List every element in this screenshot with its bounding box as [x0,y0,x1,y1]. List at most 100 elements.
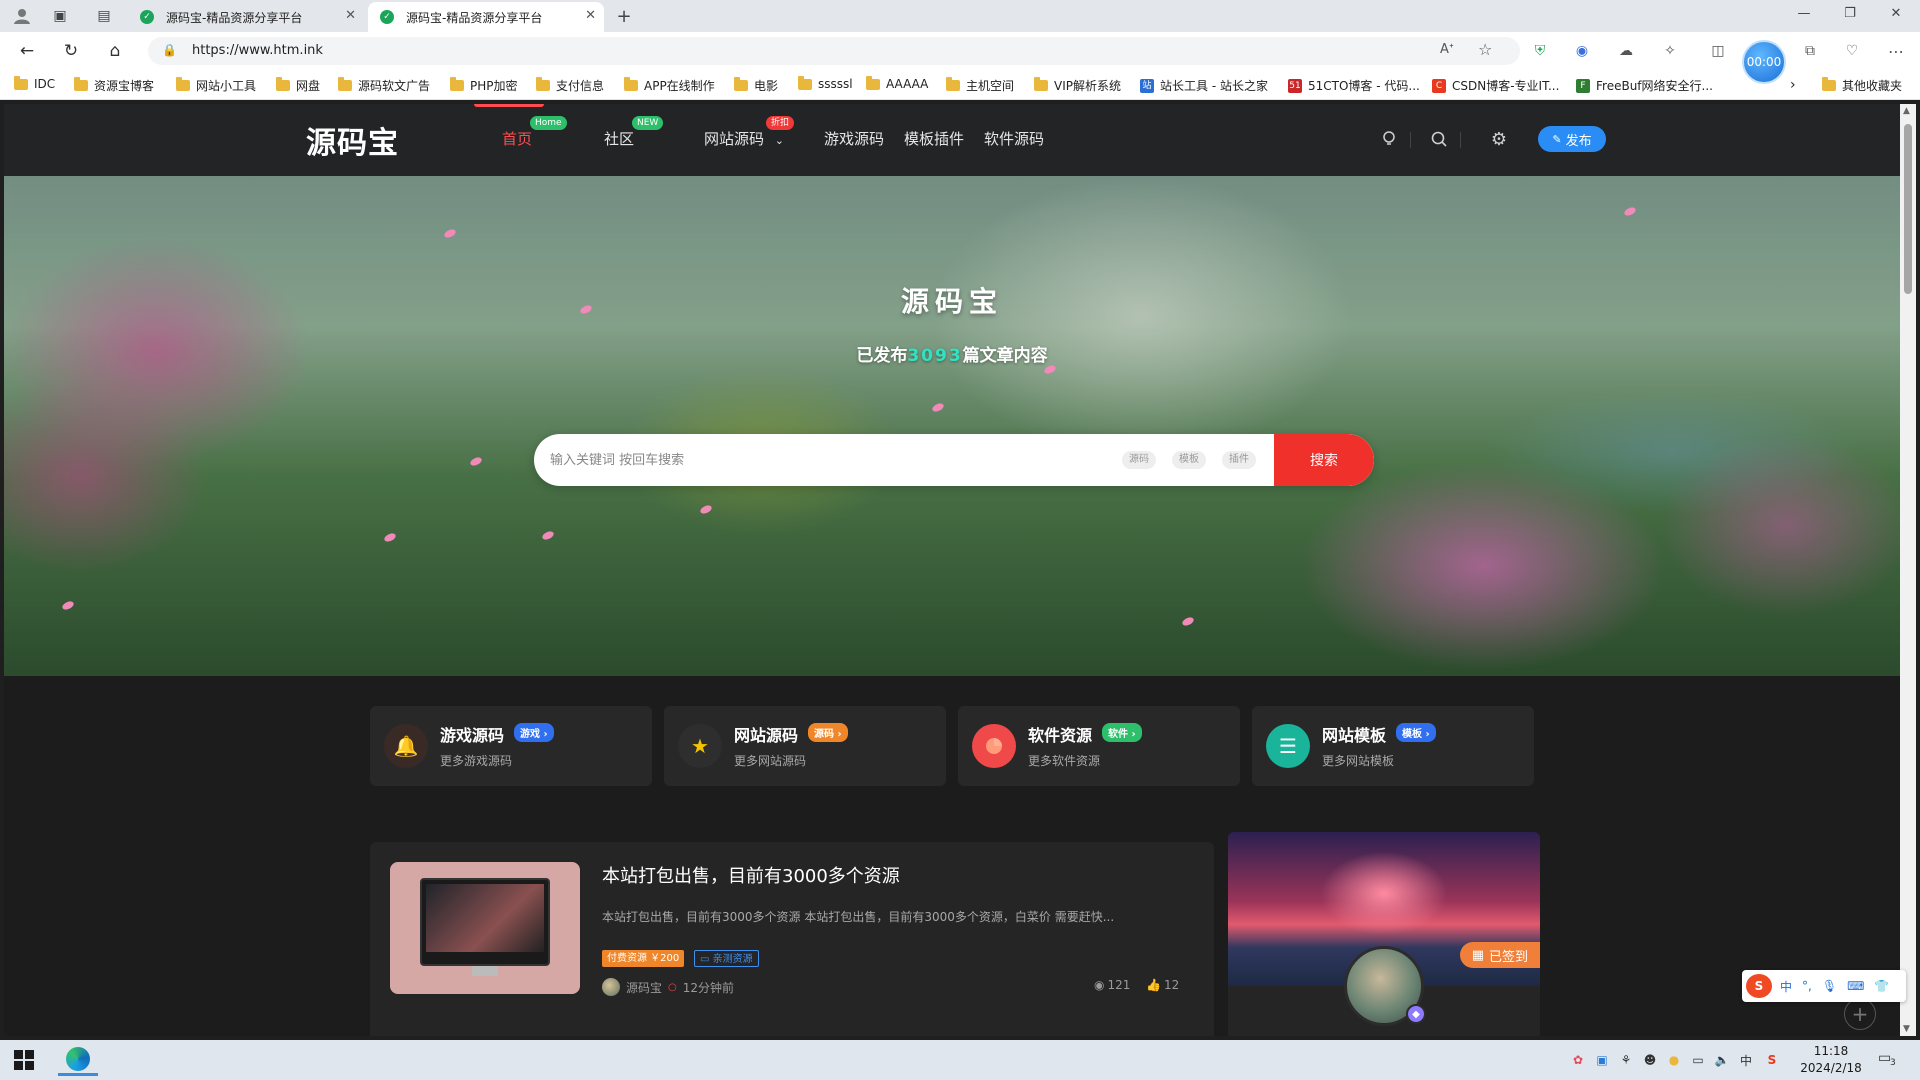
collections-icon[interactable]: ⧉ [1800,41,1820,61]
bookmark-hosting[interactable]: 主机空间 [946,77,1014,94]
edge-taskbar-button[interactable] [58,1044,98,1076]
scroll-down-icon[interactable]: ▼ [1903,1024,1910,1034]
volume-icon[interactable]: 🔈 [1714,1052,1730,1068]
reload-icon[interactable]: ↻ [60,40,82,62]
address-bar[interactable]: 🔒 https://www.htm.ink Aᐩ ☆ [148,37,1520,65]
category-card-game[interactable]: 🔔 游戏源码 游戏 › 更多游戏源码 [370,706,652,786]
bookmark-netdisk[interactable]: 网盘 [276,77,320,94]
qq-tray-icon[interactable]: ☻ [1642,1052,1658,1068]
scrollbar-thumb[interactable] [1904,124,1912,294]
performance-icon[interactable]: ♡ [1842,41,1862,61]
app-tray-icon[interactable]: ▣ [1594,1052,1610,1068]
category-badge[interactable]: 游戏 › [514,723,554,742]
tab-1[interactable]: ✓ 源码宝-精品资源分享平台 ✕ [128,2,364,32]
post-author[interactable]: 源码宝 ○ 12分钟前 [602,978,734,996]
skin-icon[interactable]: 👕 [1874,979,1889,993]
read-aloud-icon[interactable]: Aᐩ [1440,42,1454,57]
nav-software[interactable]: 软件源码 [984,128,1044,149]
minimize-icon[interactable]: — [1792,6,1816,21]
page-scrollbar[interactable]: ▲ ▼ [1900,104,1916,1036]
cloud-extension-icon[interactable]: ☁ [1616,41,1636,61]
new-tab-icon[interactable]: + [614,6,634,27]
bookmark-app[interactable]: APP在线制作 [624,77,715,94]
nav-community[interactable]: 社区 NEW [604,116,664,149]
bookmark-freebuf[interactable]: F FreeBuf网络安全行... [1576,77,1713,94]
lightbulb-icon[interactable] [1378,128,1400,150]
profile-icon[interactable] [12,6,32,26]
close-tab-icon[interactable]: ✕ [345,8,356,23]
bookmark-blog[interactable]: 资源宝博客 [74,77,154,94]
publish-button[interactable]: ✎ 发布 [1538,126,1606,152]
bookmark-pay[interactable]: 支付信息 [536,77,604,94]
category-badge[interactable]: 软件 › [1102,723,1142,742]
post-card[interactable]: 本站打包出售，目前有3000多个资源 本站打包出售，目前有3000多个资源 本站… [370,842,1214,1036]
scroll-up-icon[interactable]: ▲ [1903,106,1910,116]
back-icon[interactable]: ← [16,40,38,62]
paid-resource-tag[interactable]: 付费资源 ￥200 [602,950,685,967]
signed-in-button[interactable]: ▦ 已签到 [1459,942,1540,968]
bookmark-tools[interactable]: 网站小工具 [176,77,256,94]
category-badge[interactable]: 源码 › [808,723,848,742]
favorite-star-icon[interactable]: ☆ [1478,40,1492,59]
post-likes[interactable]: 👍 12 [1146,978,1179,992]
microphone-icon[interactable]: 🎙 [1822,979,1837,993]
split-screen-icon[interactable]: ◫ [1708,41,1728,61]
ime-lang-label[interactable]: 中 [1780,978,1792,995]
sogou-ime-icon[interactable]: S [1746,974,1772,998]
bookmark-51cto[interactable]: 51 51CTO博客 - 代码... [1288,77,1420,94]
windows-start-icon[interactable] [14,1050,34,1070]
category-card-website[interactable]: ★ 网站源码 源码 › 更多网站源码 [664,706,946,786]
ime-toolbar[interactable]: S 中 °, 🎙 ⌨ 👕 [1742,970,1906,1002]
translate-extension-icon[interactable]: ◉ [1572,41,1592,61]
workspaces-icon[interactable]: ▣ [50,6,70,26]
tested-resource-tag[interactable]: ▭ 亲测资源 [694,950,759,967]
search-chip-source[interactable]: 源码 [1122,451,1156,469]
network-icon[interactable]: ▭ [1690,1052,1706,1068]
floating-plus-button[interactable]: + [1844,998,1876,1030]
search-input[interactable] [550,434,1110,486]
clock-badge[interactable]: 00:00 [1742,40,1786,84]
nav-home[interactable]: 首页 Home [502,116,567,149]
extensions-icon[interactable]: ✧ [1660,41,1680,61]
category-card-template[interactable]: ☰ 网站模板 模板 › 更多网站模板 [1252,706,1534,786]
nav-templates[interactable]: 模板插件 [904,128,964,149]
bookmark-csdn[interactable]: C CSDN博客-专业IT... [1432,77,1559,94]
search-chip-plugin[interactable]: 插件 [1222,451,1256,469]
sogou-tray-icon[interactable]: S [1764,1052,1780,1068]
bookmark-vip[interactable]: VIP解析系统 [1034,77,1121,94]
nav-game-source[interactable]: 游戏源码 [824,128,884,149]
post-title[interactable]: 本站打包出售，目前有3000多个资源 [602,862,900,888]
bookmark-php[interactable]: PHP加密 [450,77,518,94]
more-menu-icon[interactable]: ⋯ [1886,41,1906,61]
close-window-icon[interactable]: ✕ [1884,6,1908,21]
search-button[interactable]: 搜索 [1274,434,1374,486]
keyboard-icon[interactable]: ⌨ [1847,979,1864,993]
category-card-software[interactable]: 软件资源 软件 › 更多软件资源 [958,706,1240,786]
home-icon[interactable]: ⌂ [104,40,126,62]
category-badge[interactable]: 模板 › [1396,723,1436,742]
bookmark-movie[interactable]: 电影 [734,77,778,94]
search-icon[interactable] [1428,128,1450,150]
bookmark-ads[interactable]: 源码软文广告 [338,77,430,94]
shield-extension-icon[interactable]: ⛨ [1530,41,1550,61]
bookmark-sssssl[interactable]: sssssl [798,75,853,91]
bookmark-idc[interactable]: IDC [14,75,55,91]
close-tab-icon[interactable]: ✕ [585,8,596,23]
bookmark-chinaz[interactable]: 站站长工具 - 站长之家 [1140,77,1268,94]
restore-icon[interactable]: ❐ [1838,6,1862,21]
notification-icon[interactable]: ▭ 3 [1878,1050,1900,1070]
vertical-tabs-icon[interactable]: ▤ [94,6,114,26]
site-logo[interactable]: 源码宝 [306,118,399,162]
gear-icon[interactable]: ⚙ [1488,128,1510,150]
ime-tray-label[interactable]: 中 [1738,1052,1754,1068]
post-thumbnail[interactable] [390,862,580,994]
punctuation-icon[interactable]: °, [1802,979,1812,993]
bookmark-aaaaa[interactable]: AAAAA [866,75,928,91]
url-text[interactable]: https://www.htm.ink [192,43,323,58]
bookmark-other[interactable]: 其他收藏夹 [1822,77,1902,94]
security-tray-icon[interactable]: ● [1666,1052,1682,1068]
tab-2[interactable]: ✓ 源码宝-精品资源分享平台 ✕ [368,2,604,32]
search-chip-template[interactable]: 模板 [1172,451,1206,469]
flower-tray-icon[interactable]: ✿ [1570,1052,1586,1068]
nav-site-source[interactable]: 网站源码 折扣 ⌄ [704,116,795,149]
